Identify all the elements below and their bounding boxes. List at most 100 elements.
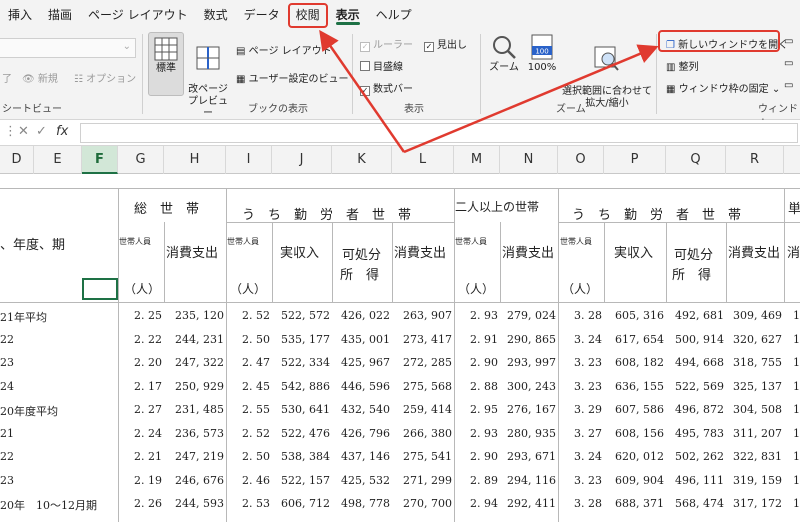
- table-cell: 2. 25: [134, 309, 162, 322]
- table-cell: 1: [793, 497, 800, 510]
- table-cell: 279, 024: [507, 309, 556, 322]
- table-cell: 1: [793, 379, 800, 393]
- table-cell: 435, 001: [341, 332, 390, 346]
- sheet-view-dropdown[interactable]: ⌄: [0, 38, 136, 58]
- column-header-g[interactable]: G: [118, 146, 164, 174]
- header-consumption: 消費支出: [728, 246, 781, 261]
- header-period: 、年度、期: [0, 238, 66, 253]
- column-header-q[interactable]: Q: [666, 146, 726, 174]
- headings-checkbox[interactable]: ✓ 見出し: [424, 36, 467, 52]
- table-cell: 2. 53: [242, 497, 270, 510]
- column-header-l[interactable]: L: [392, 146, 454, 174]
- table-cell: 495, 783: [675, 426, 724, 440]
- unhide-button[interactable]: ▭: [784, 80, 793, 91]
- formula-input[interactable]: [80, 123, 798, 143]
- table-cell: 1: [793, 332, 800, 346]
- table-row: 22 2. 22 244, 231 2. 50 535, 177 435, 001 273,…: [0, 330, 800, 350]
- tab-formulas[interactable]: 数式: [196, 0, 236, 30]
- worksheet[interactable]: 、年度、期 総 世 帯 う ち 勤 労 者 世 帯 二人以上の世帯 う ち 勤 …: [0, 174, 800, 522]
- column-header-m[interactable]: M: [454, 146, 500, 174]
- column-header-f[interactable]: F: [82, 146, 118, 174]
- table-cell: 437, 146: [341, 450, 390, 463]
- page-layout-view-button[interactable]: ▤ ページ レイアウト: [236, 42, 332, 57]
- table-cell: 522, 572: [281, 309, 330, 322]
- zoom-100-label: 100%: [527, 62, 557, 73]
- table-cell: 2. 90: [470, 356, 498, 369]
- header-members: 世帯人員: [119, 237, 151, 246]
- zoom-to-selection-button[interactable]: 選択範囲に合わせて 拡大/縮小: [562, 34, 652, 110]
- formula-bar-menu-icon[interactable]: ⋮: [4, 124, 17, 139]
- zoom-button[interactable]: ズーム: [486, 34, 522, 74]
- options-icon: ☷: [74, 74, 83, 85]
- table-row: 20年 10～12月期 2. 26 244, 593 2. 53 606, 712 498…: [0, 494, 800, 514]
- table-cell: 304, 508: [733, 403, 782, 416]
- page-break-preview-button[interactable]: 改ページ プレビュー: [188, 34, 228, 120]
- checkbox-checked-icon: ✓: [424, 42, 434, 52]
- column-header-d[interactable]: D: [0, 146, 34, 174]
- table-cell: 236, 573: [175, 426, 224, 440]
- show-group-label: 表示: [404, 104, 424, 115]
- tab-page-layout[interactable]: ページ レイアウト: [80, 0, 196, 30]
- new-label: 新規: [37, 74, 58, 85]
- tab-data[interactable]: データ: [236, 0, 288, 30]
- column-header-e[interactable]: E: [34, 146, 82, 174]
- enter-icon[interactable]: ✓: [36, 124, 47, 139]
- table-cell: 300, 243: [507, 379, 556, 393]
- header-members: 世帯人員: [455, 237, 487, 246]
- sheet-view-new-button[interactable]: 👁 新規: [22, 70, 58, 85]
- table-cell: 290, 865: [507, 332, 556, 346]
- split-button[interactable]: ▭: [784, 36, 793, 47]
- table-cell: 2. 24: [134, 426, 162, 440]
- table-cell: 270, 700: [403, 497, 452, 510]
- column-header-j[interactable]: J: [272, 146, 332, 174]
- column-header-r[interactable]: R: [726, 146, 784, 174]
- column-header-h[interactable]: H: [164, 146, 226, 174]
- view-tab-highlight: [288, 3, 328, 28]
- column-header-i[interactable]: I: [226, 146, 272, 174]
- column-divider: [604, 222, 605, 302]
- tab-view[interactable]: 表示: [328, 0, 368, 30]
- table-cell: 2. 20: [134, 356, 162, 369]
- formula-bar-checkbox[interactable]: ✓ 数式バー: [360, 80, 413, 96]
- column-header-o[interactable]: O: [558, 146, 604, 174]
- freeze-panes-button[interactable]: ▦ ウィンドウ枠の固定 ⌄: [666, 80, 780, 95]
- table-cell: 250, 929: [175, 379, 224, 393]
- custom-views-button[interactable]: ▦ ユーザー設定のビュー: [236, 70, 348, 85]
- header-unit-persons: （人）: [230, 282, 267, 296]
- gridlines-checkbox[interactable]: 目盛線: [360, 58, 403, 73]
- table-cell: 607, 586: [615, 403, 664, 416]
- table-cell: 309, 469: [733, 309, 782, 322]
- header-unit-persons: （人）: [458, 282, 495, 296]
- tab-help[interactable]: ヘルプ: [368, 0, 420, 30]
- column-header-n[interactable]: N: [500, 146, 558, 174]
- table-cell: 311, 207: [733, 426, 782, 440]
- table-cell: 2. 95: [470, 403, 498, 416]
- book-views-group-label: ブックの表示: [248, 104, 308, 115]
- column-header-p[interactable]: P: [604, 146, 666, 174]
- table-cell: 492, 681: [675, 309, 724, 322]
- arrange-label: 整列: [678, 62, 699, 73]
- formula-bar-label: 数式バー: [373, 84, 413, 95]
- normal-view-button[interactable]: 標準: [148, 32, 184, 96]
- tab-draw[interactable]: 描画: [40, 0, 80, 30]
- insert-function-icon[interactable]: fx: [56, 124, 68, 139]
- keep-button-partial[interactable]: 了: [2, 70, 12, 85]
- table-cell: 2. 88: [470, 379, 498, 393]
- cancel-icon[interactable]: ✕: [18, 124, 29, 139]
- tab-insert[interactable]: 挿入: [0, 0, 40, 30]
- table-cell: 271, 299: [403, 473, 452, 487]
- arrange-icon: ▥: [666, 62, 676, 73]
- header-disposable-2: 所 得: [340, 268, 380, 283]
- header-disposable-1: 可処分: [342, 248, 382, 263]
- sheet-view-options-button[interactable]: ☷ オプション: [74, 70, 136, 85]
- row-label: 22: [0, 450, 14, 463]
- zoom-100-button[interactable]: 100 100%: [524, 34, 560, 74]
- header-disposable-2: 所 得: [672, 268, 712, 283]
- ruler-checkbox[interactable]: ✓ ルーラー: [360, 36, 413, 52]
- active-cell[interactable]: [82, 278, 118, 300]
- hide-button[interactable]: ▭: [784, 58, 793, 69]
- arrange-all-button[interactable]: ▥ 整列: [666, 58, 699, 73]
- column-header-k[interactable]: K: [332, 146, 392, 174]
- table-cell: 3. 27: [574, 426, 602, 440]
- column-divider: [272, 222, 273, 302]
